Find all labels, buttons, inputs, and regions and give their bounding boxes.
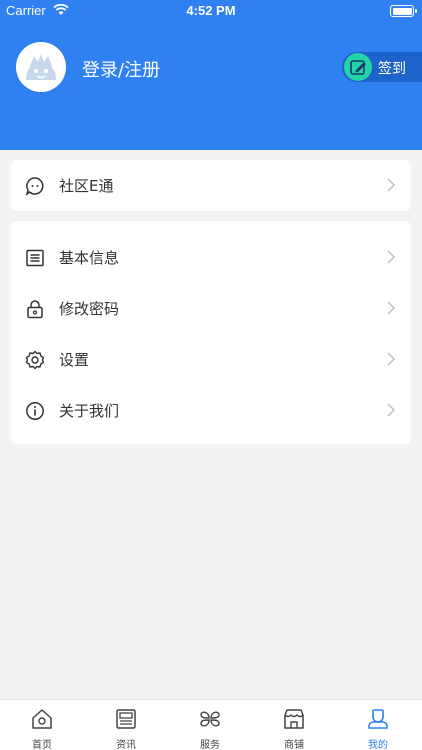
- gear-icon: [25, 350, 45, 370]
- menu-item-settings[interactable]: 设置: [11, 334, 411, 385]
- menu-item-label: 基本信息: [59, 249, 120, 267]
- profile-header: Carrier 4:52 PM 登录/注册 签到: [0, 0, 422, 150]
- tab-home[interactable]: 首页: [0, 700, 84, 750]
- tab-label: 服务: [200, 740, 220, 750]
- edit-icon: [344, 53, 372, 81]
- menu-item-change-password[interactable]: 修改密码: [11, 283, 411, 334]
- login-register-link[interactable]: 登录/注册: [82, 56, 160, 82]
- chevron-right-icon: [387, 403, 396, 417]
- chevron-right-icon: [387, 178, 396, 192]
- menu-item-label: 设置: [59, 351, 90, 369]
- checkin-button[interactable]: 签到: [342, 52, 422, 82]
- menu-item-label: 关于我们: [59, 402, 120, 420]
- tab-profile[interactable]: 我的: [336, 700, 420, 750]
- home-icon: [32, 709, 52, 729]
- bottom-tab-bar: 首页 资讯 服务 商铺 我的: [0, 699, 422, 750]
- tab-news[interactable]: 资讯: [84, 700, 168, 750]
- news-icon: [116, 709, 136, 729]
- status-time: 4:52 PM: [186, 3, 236, 18]
- settings-card: 基本信息 修改密码 设置 关于我们: [11, 221, 411, 444]
- shop-icon: [284, 709, 304, 729]
- chevron-right-icon: [387, 301, 396, 315]
- battery-icon: [390, 5, 417, 17]
- tab-label: 我的: [368, 740, 388, 750]
- community-card: 社区E通: [11, 160, 411, 211]
- info-icon: [26, 402, 44, 420]
- profile-icon: [368, 709, 388, 729]
- service-icon: [200, 711, 220, 727]
- tab-label: 资讯: [116, 740, 136, 750]
- menu-item-community[interactable]: 社区E通: [11, 160, 411, 211]
- list-icon: [26, 249, 44, 267]
- menu-item-about-us[interactable]: 关于我们: [11, 385, 411, 436]
- tab-shop[interactable]: 商铺: [252, 700, 336, 750]
- menu-item-basic-info[interactable]: 基本信息: [11, 232, 411, 283]
- lock-icon: [27, 300, 43, 319]
- menu-item-label: 修改密码: [59, 300, 120, 318]
- status-bar: Carrier 4:52 PM: [0, 0, 422, 22]
- chevron-right-icon: [387, 250, 396, 264]
- menu-item-label: 社区E通: [59, 177, 114, 195]
- tab-label: 首页: [32, 740, 52, 750]
- chevron-right-icon: [387, 352, 396, 366]
- avatar-face-icon: [16, 42, 66, 92]
- avatar[interactable]: [16, 42, 66, 92]
- tab-service[interactable]: 服务: [168, 700, 252, 750]
- checkin-label: 签到: [378, 61, 406, 77]
- tab-label: 商铺: [284, 740, 304, 750]
- message-icon: [25, 177, 44, 196]
